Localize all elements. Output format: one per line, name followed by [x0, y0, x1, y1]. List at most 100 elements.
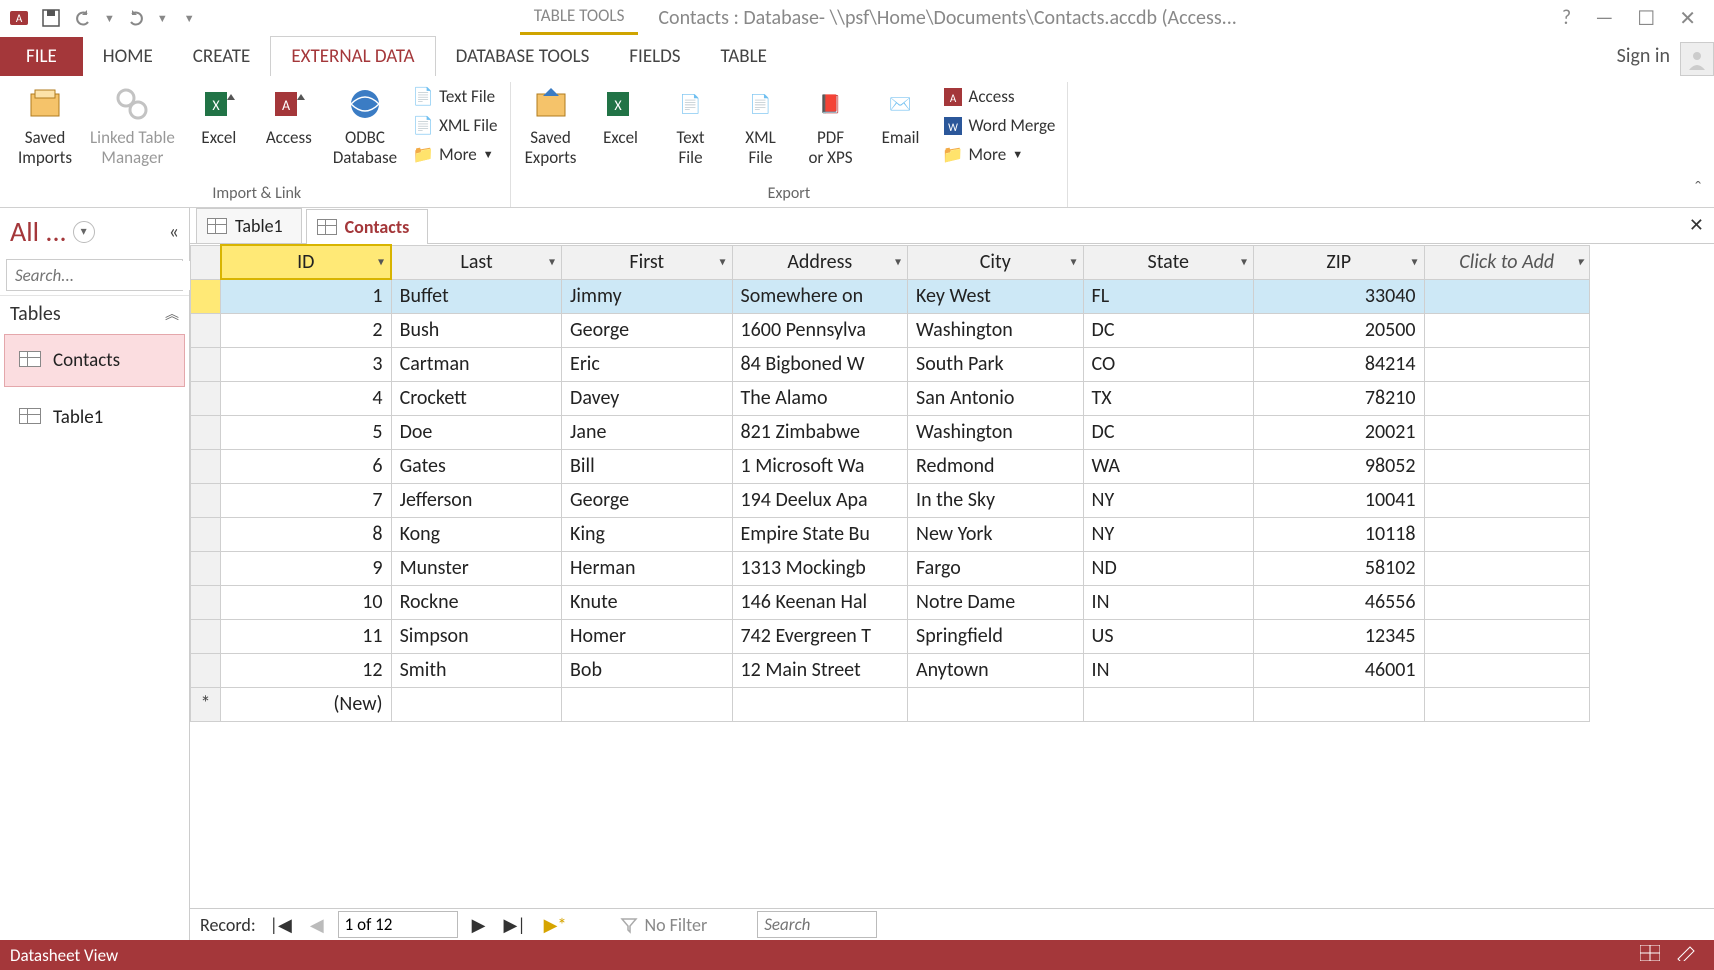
cell-state[interactable]: IN — [1083, 585, 1253, 619]
object-tab-contacts[interactable]: Contacts — [306, 209, 429, 244]
nav-collapse-icon[interactable]: « — [169, 220, 179, 244]
export-xml-button[interactable]: 📄XML File — [729, 82, 793, 171]
cell-last[interactable]: Buffet — [391, 279, 561, 313]
cell-state[interactable]: DC — [1083, 313, 1253, 347]
row-selector[interactable] — [191, 551, 221, 585]
cell-id[interactable]: 3 — [221, 347, 391, 381]
filter-indicator[interactable]: No Filter — [620, 914, 707, 936]
import-text-file-button[interactable]: 📄Text File — [409, 84, 501, 109]
saved-imports-button[interactable]: Saved Imports — [12, 82, 78, 171]
cell-zip[interactable]: 10041 — [1254, 483, 1424, 517]
undo-icon[interactable] — [72, 7, 94, 29]
click-to-add-column[interactable]: Click to Add▾ — [1424, 245, 1590, 279]
cell-address[interactable]: 1600 Pennsylva — [732, 313, 908, 347]
column-filter-dropdown[interactable]: ▾ — [1411, 255, 1417, 270]
cell-city[interactable]: Key West — [908, 279, 1084, 313]
cell-last[interactable]: Bush — [391, 313, 561, 347]
export-text-button[interactable]: 📄Text File — [659, 82, 723, 171]
row-selector[interactable] — [191, 653, 221, 687]
cell-blank[interactable] — [1424, 279, 1590, 313]
help-icon[interactable]: ? — [1562, 6, 1571, 31]
row-selector[interactable] — [191, 483, 221, 517]
cell-state[interactable]: TX — [1083, 381, 1253, 415]
cell-last[interactable]: Cartman — [391, 347, 561, 381]
import-xml-file-button[interactable]: 📄XML File — [409, 113, 501, 138]
cell-blank[interactable] — [1424, 619, 1590, 653]
chevron-up-icon[interactable]: ︽ — [165, 304, 179, 324]
cell-zip[interactable]: 33040 — [1254, 279, 1424, 313]
column-filter-dropdown[interactable]: ▾ — [378, 255, 384, 270]
cell-blank[interactable] — [1424, 585, 1590, 619]
cell-id[interactable]: 5 — [221, 415, 391, 449]
table-row[interactable]: 4CrockettDaveyThe AlamoSan AntonioTX7821… — [191, 381, 1590, 415]
cell-state[interactable]: WA — [1083, 449, 1253, 483]
cell-id[interactable]: 8 — [221, 517, 391, 551]
row-selector[interactable] — [191, 313, 221, 347]
cell-id[interactable]: 9 — [221, 551, 391, 585]
table-row[interactable]: 9MunsterHerman1313 MockingbFargoND58102 — [191, 551, 1590, 585]
record-position-input[interactable] — [338, 911, 458, 938]
nav-header[interactable]: All ... — [10, 214, 67, 249]
column-header-city[interactable]: City▾ — [908, 245, 1084, 279]
cell-city[interactable]: San Antonio — [908, 381, 1084, 415]
cell-address[interactable]: 194 Deelux Apa — [732, 483, 908, 517]
record-search-input[interactable] — [757, 911, 877, 938]
cell-blank[interactable] — [1424, 381, 1590, 415]
cell-city[interactable]: New York — [908, 517, 1084, 551]
cell-address[interactable]: 742 Evergreen T — [732, 619, 908, 653]
table-row[interactable]: 1BuffetJimmySomewhere on Key WestFL33040 — [191, 279, 1590, 313]
cell-city[interactable]: In the Sky — [908, 483, 1084, 517]
table-row[interactable]: 7JeffersonGeorge194 Deelux ApaIn the Sky… — [191, 483, 1590, 517]
cell-zip[interactable]: 46001 — [1254, 653, 1424, 687]
column-header-last[interactable]: Last▾ — [391, 245, 561, 279]
cell-blank[interactable] — [391, 687, 561, 721]
cell-blank[interactable] — [1083, 687, 1253, 721]
close-icon[interactable]: ✕ — [1679, 6, 1696, 31]
table-row[interactable]: 8KongKingEmpire State BuNew YorkNY10118 — [191, 517, 1590, 551]
first-record-icon[interactable]: |◀ — [266, 914, 296, 936]
cell-address[interactable]: Empire State Bu — [732, 517, 908, 551]
nav-item-contacts[interactable]: Contacts — [4, 334, 185, 387]
cell-state[interactable]: NY — [1083, 483, 1253, 517]
cell-address[interactable]: 821 Zimbabwe — [732, 415, 908, 449]
cell-blank[interactable] — [1424, 551, 1590, 585]
column-filter-dropdown[interactable]: ▾ — [895, 255, 901, 270]
cell-last[interactable]: Munster — [391, 551, 561, 585]
cell-id[interactable]: 12 — [221, 653, 391, 687]
export-more-button[interactable]: 📁More ▼ — [939, 142, 1060, 167]
cell-blank[interactable] — [1424, 415, 1590, 449]
import-excel-button[interactable]: XExcel — [187, 82, 251, 150]
export-pdf-button[interactable]: 📕PDF or XPS — [799, 82, 863, 171]
table-row[interactable]: 5DoeJane821 Zimbabwe WashingtonDC20021 — [191, 415, 1590, 449]
table-row[interactable]: 11SimpsonHomer742 Evergreen TSpringfield… — [191, 619, 1590, 653]
tab-fields[interactable]: FIELDS — [609, 37, 700, 76]
cell-city[interactable]: South Park — [908, 347, 1084, 381]
cell-blank[interactable] — [1254, 687, 1424, 721]
cell-blank[interactable] — [1424, 313, 1590, 347]
cell-id[interactable]: 10 — [221, 585, 391, 619]
cell-last[interactable]: Rockne — [391, 585, 561, 619]
cell-first[interactable]: George — [562, 313, 732, 347]
import-odbc-button[interactable]: ODBC Database — [327, 82, 403, 171]
cell-first[interactable]: Eric — [562, 347, 732, 381]
table-row[interactable]: 10RockneKnute146 Keenan HalNotre DameIN4… — [191, 585, 1590, 619]
column-header-first[interactable]: First▾ — [562, 245, 732, 279]
cell-city[interactable]: Anytown — [908, 653, 1084, 687]
cell-city[interactable]: Fargo — [908, 551, 1084, 585]
cell-zip[interactable]: 58102 — [1254, 551, 1424, 585]
tab-home[interactable]: HOME — [83, 37, 173, 76]
cell-blank[interactable] — [1424, 449, 1590, 483]
tab-create[interactable]: CREATE — [173, 37, 271, 76]
cell-state[interactable]: US — [1083, 619, 1253, 653]
cell-last[interactable]: Doe — [391, 415, 561, 449]
cell-last[interactable]: Smith — [391, 653, 561, 687]
table-row[interactable]: 12SmithBob12 Main StreetAnytownIN46001 — [191, 653, 1590, 687]
table-row[interactable]: 3CartmanEric84 Bigboned WSouth ParkCO842… — [191, 347, 1590, 381]
row-selector[interactable] — [191, 449, 221, 483]
column-filter-dropdown[interactable]: ▾ — [549, 255, 555, 270]
collapse-ribbon-icon[interactable]: ˆ — [1694, 177, 1702, 201]
cell-blank[interactable] — [562, 687, 732, 721]
cell-first[interactable]: Jimmy — [562, 279, 732, 313]
cell-last[interactable]: Gates — [391, 449, 561, 483]
cell-zip[interactable]: 84214 — [1254, 347, 1424, 381]
